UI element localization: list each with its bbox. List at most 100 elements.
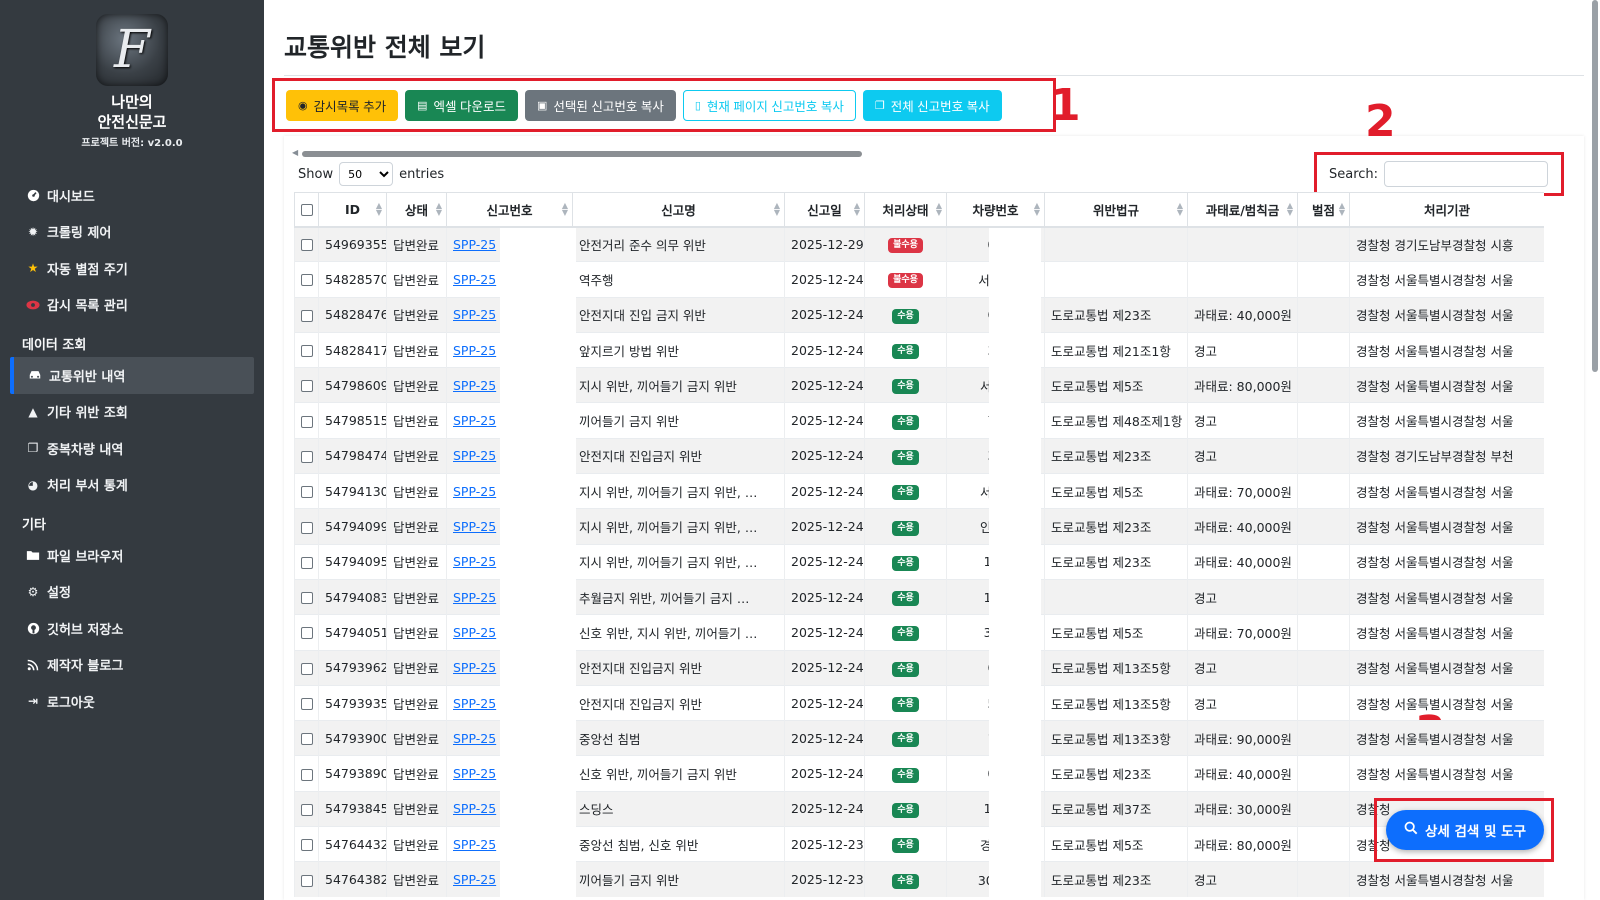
table-row[interactable]: 54794095 답변완료 SPP-25 지시 위반, 끼어들기 금지 위반, … 20… <box>294 543 1544 580</box>
table-row[interactable]: 54828476 답변완료 SPP-25 안전지대 진입 금지 위반 2025-12-2… <box>294 296 1544 333</box>
sidebar-item-logout[interactable]: ⇥ 로그아웃 <box>0 683 264 720</box>
search-input[interactable] <box>1384 161 1549 187</box>
column-header-points[interactable]: 벌점 ▲ ▼ <box>1297 192 1350 228</box>
row-checkbox-cell[interactable] <box>294 578 319 615</box>
row-checkbox-cell[interactable] <box>294 402 319 439</box>
column-header-report-no[interactable]: 신고번호 ▲ ▼ <box>446 192 573 228</box>
row-checkbox[interactable] <box>301 768 313 781</box>
row-checkbox-cell[interactable] <box>294 296 319 333</box>
table-row[interactable]: 54794099 답변완료 SPP-25 지시 위반, 끼어들기 금지 위반, … 20… <box>294 508 1544 545</box>
column-header-process-status[interactable]: 처리상태 ▲ ▼ <box>864 192 947 228</box>
table-row[interactable]: 54798515 답변완료 SPP-25 끼어들기 금지 위반 2025-12-24 수용… <box>294 402 1544 439</box>
row-checkbox-cell[interactable] <box>294 755 319 792</box>
sidebar-item-dashboard[interactable]: 대시보드 <box>0 177 264 214</box>
row-checkbox-cell[interactable] <box>294 684 319 721</box>
row-checkbox-cell[interactable] <box>294 543 319 580</box>
row-checkbox-cell[interactable] <box>294 649 319 686</box>
column-header-vehicle-no[interactable]: 차량번호 ▲ ▼ <box>946 192 1045 228</box>
row-checkbox-cell[interactable] <box>294 261 319 298</box>
action-toolbar: ◉ 감시목록 추가 ▤ 엑셀 다운로드 ▣ 선택된 신고번호 복사 ▯ 현재 페… <box>272 78 1056 132</box>
horizontal-scrollbar[interactable]: ◀ <box>292 148 862 157</box>
column-header-report-date[interactable]: 신고일 ▲ ▼ <box>784 192 865 228</box>
horizontal-scroll-thumb[interactable] <box>302 151 862 157</box>
table-row[interactable]: 54794083 답변완료 SPP-25 추월금지 위반, 끼어들기 금지 … 2025… <box>294 578 1544 615</box>
advanced-search-button[interactable]: 상세 검색 및 도구 <box>1386 810 1544 850</box>
row-checkbox[interactable] <box>301 309 313 322</box>
row-checkbox-cell[interactable] <box>294 790 319 827</box>
row-checkbox[interactable] <box>301 662 313 675</box>
row-checkbox[interactable] <box>301 274 313 287</box>
sidebar-item-auto-rating[interactable]: ★ 자동 별점 주기 <box>0 250 264 287</box>
table-row[interactable]: 54764382 답변완료 SPP-25 끼어들기 금지 위반 2025-12-23 수용… <box>294 861 1544 898</box>
sidebar-item-github[interactable]: 깃허브 저장소 <box>0 610 264 647</box>
sidebar-item-crawling[interactable]: ✹ 크롤링 제어 <box>0 214 264 251</box>
copy-selected-button[interactable]: ▣ 선택된 신고번호 복사 <box>524 89 676 121</box>
row-checkbox-cell[interactable] <box>294 720 319 756</box>
app-logo[interactable]: F <box>96 14 168 86</box>
row-checkbox[interactable] <box>301 592 313 605</box>
table-row[interactable]: 54793962 답변완료 SPP-25 안전지대 진입금지 위반 2025-12-24… <box>294 649 1544 686</box>
row-checkbox[interactable] <box>301 627 313 640</box>
row-checkbox[interactable] <box>301 839 313 852</box>
copy-all-button[interactable]: ❐ 전체 신고번호 복사 <box>862 89 1002 121</box>
column-header-law[interactable]: 위반법규 ▲ ▼ <box>1044 192 1188 228</box>
row-checkbox-cell[interactable] <box>294 861 319 898</box>
row-checkbox[interactable] <box>301 803 313 816</box>
row-checkbox[interactable] <box>301 380 313 393</box>
table-row[interactable]: 54793900답변완료SPP-25중앙선 침범2025-12-24수용12도로… <box>294 720 1544 756</box>
sidebar-item-other-violations[interactable]: ▲ 기타 위반 조회 <box>0 394 264 431</box>
column-header-agency[interactable]: 처리기관 <box>1349 192 1544 228</box>
sidebar-item-file-browser[interactable]: 파일 브라우저 <box>0 537 264 574</box>
select-all-header[interactable] <box>294 192 319 228</box>
add-watchlist-button[interactable]: ◉ 감시목록 추가 <box>286 89 399 121</box>
table-row[interactable]: 54764432 답변완료 SPP-25 중앙선 침범, 신호 위반 2025-12-2… <box>294 826 1544 862</box>
sidebar-item-blog[interactable]: 제작자 블로그 <box>0 647 264 684</box>
row-checkbox-cell[interactable] <box>294 826 319 862</box>
column-header-status[interactable]: 상태 ▲ ▼ <box>386 192 447 228</box>
table-row[interactable]: 54794130 답변완료 SPP-25 지시 위반, 끼어들기 금지 위반, … 20… <box>294 473 1544 509</box>
sidebar-item-watchlist[interactable]: 감시 목록 관리 <box>0 287 264 324</box>
row-checkbox[interactable] <box>301 450 313 463</box>
table-row[interactable]: 54828570답변완료SPP-25역주행2025-12-24불수용서울동경찰청… <box>294 261 1544 298</box>
table-row[interactable]: 54793890 답변완료 SPP-25 신호 위반, 끼어들기 금지 위반 2025-… <box>294 755 1544 792</box>
cell-agency: 경찰청 서울특별시경찰청 서울 <box>1349 261 1544 298</box>
row-checkbox[interactable] <box>301 698 313 710</box>
column-header-id[interactable]: ID ▲ ▼ <box>318 192 387 228</box>
row-checkbox-cell[interactable] <box>294 437 319 474</box>
scroll-left-arrow-icon[interactable]: ◀ <box>292 148 298 157</box>
process-status-badge: 수용 <box>892 732 919 748</box>
vertical-scrollbar[interactable] <box>1589 0 1600 900</box>
column-header-report-name[interactable]: 신고명 ▲ ▼ <box>572 192 785 228</box>
row-checkbox-cell[interactable] <box>294 614 319 651</box>
copy-page-button[interactable]: ▯ 현재 페이지 신고번호 복사 <box>682 89 856 121</box>
vertical-scroll-thumb[interactable] <box>1592 0 1598 372</box>
row-checkbox[interactable] <box>301 486 313 499</box>
row-checkbox[interactable] <box>301 874 313 887</box>
table-row[interactable]: 54794051 답변완료 SPP-25 신호 위반, 지시 위반, 끼어들기 … 20… <box>294 614 1544 651</box>
row-checkbox-cell[interactable] <box>294 225 319 262</box>
row-checkbox[interactable] <box>301 733 313 746</box>
table-row[interactable]: 54969355 답변완료 SPP-25 안전거리 준수 의무 위반 2025-12-2… <box>294 225 1544 262</box>
row-checkbox[interactable] <box>301 345 313 358</box>
page-length-select[interactable]: 50 <box>339 162 394 186</box>
table-row[interactable]: 54793845답변완료SPP-25스딩스2025-12-24수용194도로교통… <box>294 790 1544 827</box>
excel-download-button[interactable]: ▤ 엑셀 다운로드 <box>405 89 518 121</box>
row-checkbox-cell[interactable] <box>294 473 319 509</box>
row-checkbox[interactable] <box>301 239 313 252</box>
table-row[interactable]: 54828417 답변완료 SPP-25 앞지르기 방법 위반 2025-12-24 수용… <box>294 331 1544 368</box>
row-checkbox-cell[interactable] <box>294 508 319 545</box>
sidebar-item-settings[interactable]: ⚙ 설정 <box>0 574 264 611</box>
table-row[interactable]: 54793935 답변완료 SPP-25 안전지대 진입금지 위반 2025-12-24… <box>294 684 1544 721</box>
sidebar-item-duplicate-vehicles[interactable]: ❐ 중복차량 내역 <box>0 430 264 467</box>
row-checkbox-cell[interactable] <box>294 367 319 403</box>
table-row[interactable]: 54798609 답변완료 SPP-25 지시 위반, 끼어들기 금지 위반 2025-… <box>294 367 1544 403</box>
row-checkbox-cell[interactable] <box>294 331 319 368</box>
row-checkbox[interactable] <box>301 415 313 428</box>
select-all-checkbox[interactable] <box>300 204 313 217</box>
sidebar-item-traffic-violations[interactable]: 교통위반 내역 <box>10 357 254 394</box>
column-header-fine[interactable]: 과태료/범칙금 ▲ ▼ <box>1187 192 1298 228</box>
row-checkbox[interactable] <box>301 521 313 534</box>
sidebar-item-department-stats[interactable]: ◕ 처리 부서 통계 <box>0 467 264 504</box>
row-checkbox[interactable] <box>301 556 313 569</box>
table-row[interactable]: 54798474 답변완료 SPP-25 안전지대 진입금지 위반 2025-12-24… <box>294 437 1544 474</box>
